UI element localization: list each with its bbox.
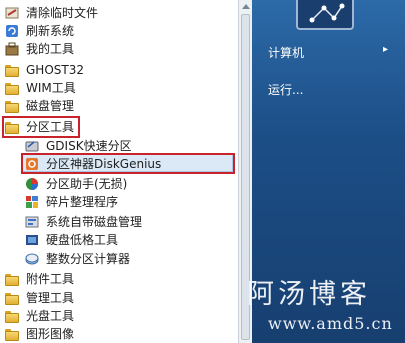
tools-icon	[5, 42, 19, 56]
partition-assistant-icon	[25, 177, 39, 191]
menu-item-refresh-system[interactable]: 刷新系统	[5, 22, 74, 40]
menu-item-diskgenius[interactable]: 分区神器DiskGenius	[25, 155, 161, 173]
watermark-title: 阿汤博客	[247, 279, 371, 310]
menu-item-clear-temp[interactable]: 清除临时文件	[5, 4, 98, 22]
menu-item-label: 分区助手(无损)	[46, 177, 128, 191]
menu-item-admin-tools[interactable]: 管理工具	[5, 289, 74, 307]
menu-item-label: 硬盘低格工具	[46, 233, 119, 247]
menu-item-gdisk[interactable]: GDISK快速分区	[25, 137, 132, 155]
gdisk-icon	[25, 139, 39, 153]
menu-item-label: 分区神器DiskGenius	[46, 157, 162, 171]
menu-item-system-disk-management[interactable]: 系统自带磁盘管理	[25, 213, 142, 231]
network-icon	[309, 3, 345, 23]
menu-item-partition-calculator[interactable]: 整数分区计算器	[25, 250, 130, 268]
user-avatar[interactable]	[296, 0, 354, 30]
menu-item-graphics[interactable]: 图形图像	[5, 325, 74, 343]
folder-icon	[5, 328, 19, 341]
refresh-icon	[5, 24, 19, 38]
scroll-up-arrow-icon[interactable]	[242, 4, 250, 9]
menu-item-wim-tools[interactable]: WIM工具	[5, 79, 76, 97]
folder-icon	[5, 64, 19, 77]
folder-icon	[5, 292, 19, 305]
menu-item-label: 系统自带磁盘管理	[46, 215, 143, 229]
menu-item-label: 光盘工具	[26, 309, 75, 323]
menu-item-label: 我的工具	[26, 42, 75, 56]
disk-management-icon	[25, 215, 39, 229]
menu-item-label: 管理工具	[26, 291, 75, 305]
programs-panel: 清除临时文件 刷新系统 我的工具 GHOST32 WIM工具 磁盘管理 分区工具	[0, 0, 239, 343]
folder-icon	[5, 121, 19, 134]
menu-item-label: 清除临时文件	[26, 6, 99, 20]
menu-item-label: WIM工具	[26, 81, 76, 95]
menu-item-partition-assistant[interactable]: 分区助手(无损)	[25, 175, 127, 193]
menu-item-label: GHOST32	[26, 63, 84, 77]
menu-item-label: 附件工具	[26, 272, 75, 286]
chevron-right-icon: ▸	[382, 44, 388, 55]
folder-icon	[5, 82, 19, 95]
menu-item-ghost32[interactable]: GHOST32	[5, 61, 84, 79]
menu-item-defrag[interactable]: 碎片整理程序	[25, 193, 118, 211]
computer-link[interactable]: 计算机 ▸	[268, 44, 398, 61]
menu-item-label: 磁盘管理	[26, 99, 75, 113]
menu-item-disk-management[interactable]: 磁盘管理	[5, 97, 74, 115]
folder-icon	[5, 100, 19, 113]
folder-icon	[5, 273, 19, 286]
defrag-icon	[25, 195, 39, 209]
menu-item-accessories[interactable]: 附件工具	[5, 270, 74, 288]
diskgenius-icon	[25, 157, 39, 171]
menu-item-label: 整数分区计算器	[46, 252, 131, 266]
menu-item-lowformat[interactable]: 硬盘低格工具	[25, 231, 118, 249]
menu-item-label: GDISK快速分区	[46, 139, 132, 153]
run-label: 运行...	[268, 83, 304, 97]
lowformat-icon	[25, 233, 39, 247]
computer-label: 计算机	[268, 46, 305, 60]
broom-icon	[5, 6, 19, 20]
run-link[interactable]: 运行...	[268, 81, 303, 98]
menu-item-disc-tools[interactable]: 光盘工具	[5, 307, 74, 325]
menu-item-label: 碎片整理程序	[46, 195, 119, 209]
menu-item-label: 分区工具	[26, 120, 75, 134]
menu-item-label: 刷新系统	[26, 24, 75, 38]
calculator-icon	[25, 252, 39, 266]
menu-item-label: 图形图像	[26, 327, 75, 341]
menu-item-my-tools[interactable]: 我的工具	[5, 40, 74, 58]
menu-item-partition-tools[interactable]: 分区工具	[5, 118, 74, 136]
folder-icon	[5, 310, 19, 323]
watermark-url: www.amd5.cn	[268, 314, 393, 333]
